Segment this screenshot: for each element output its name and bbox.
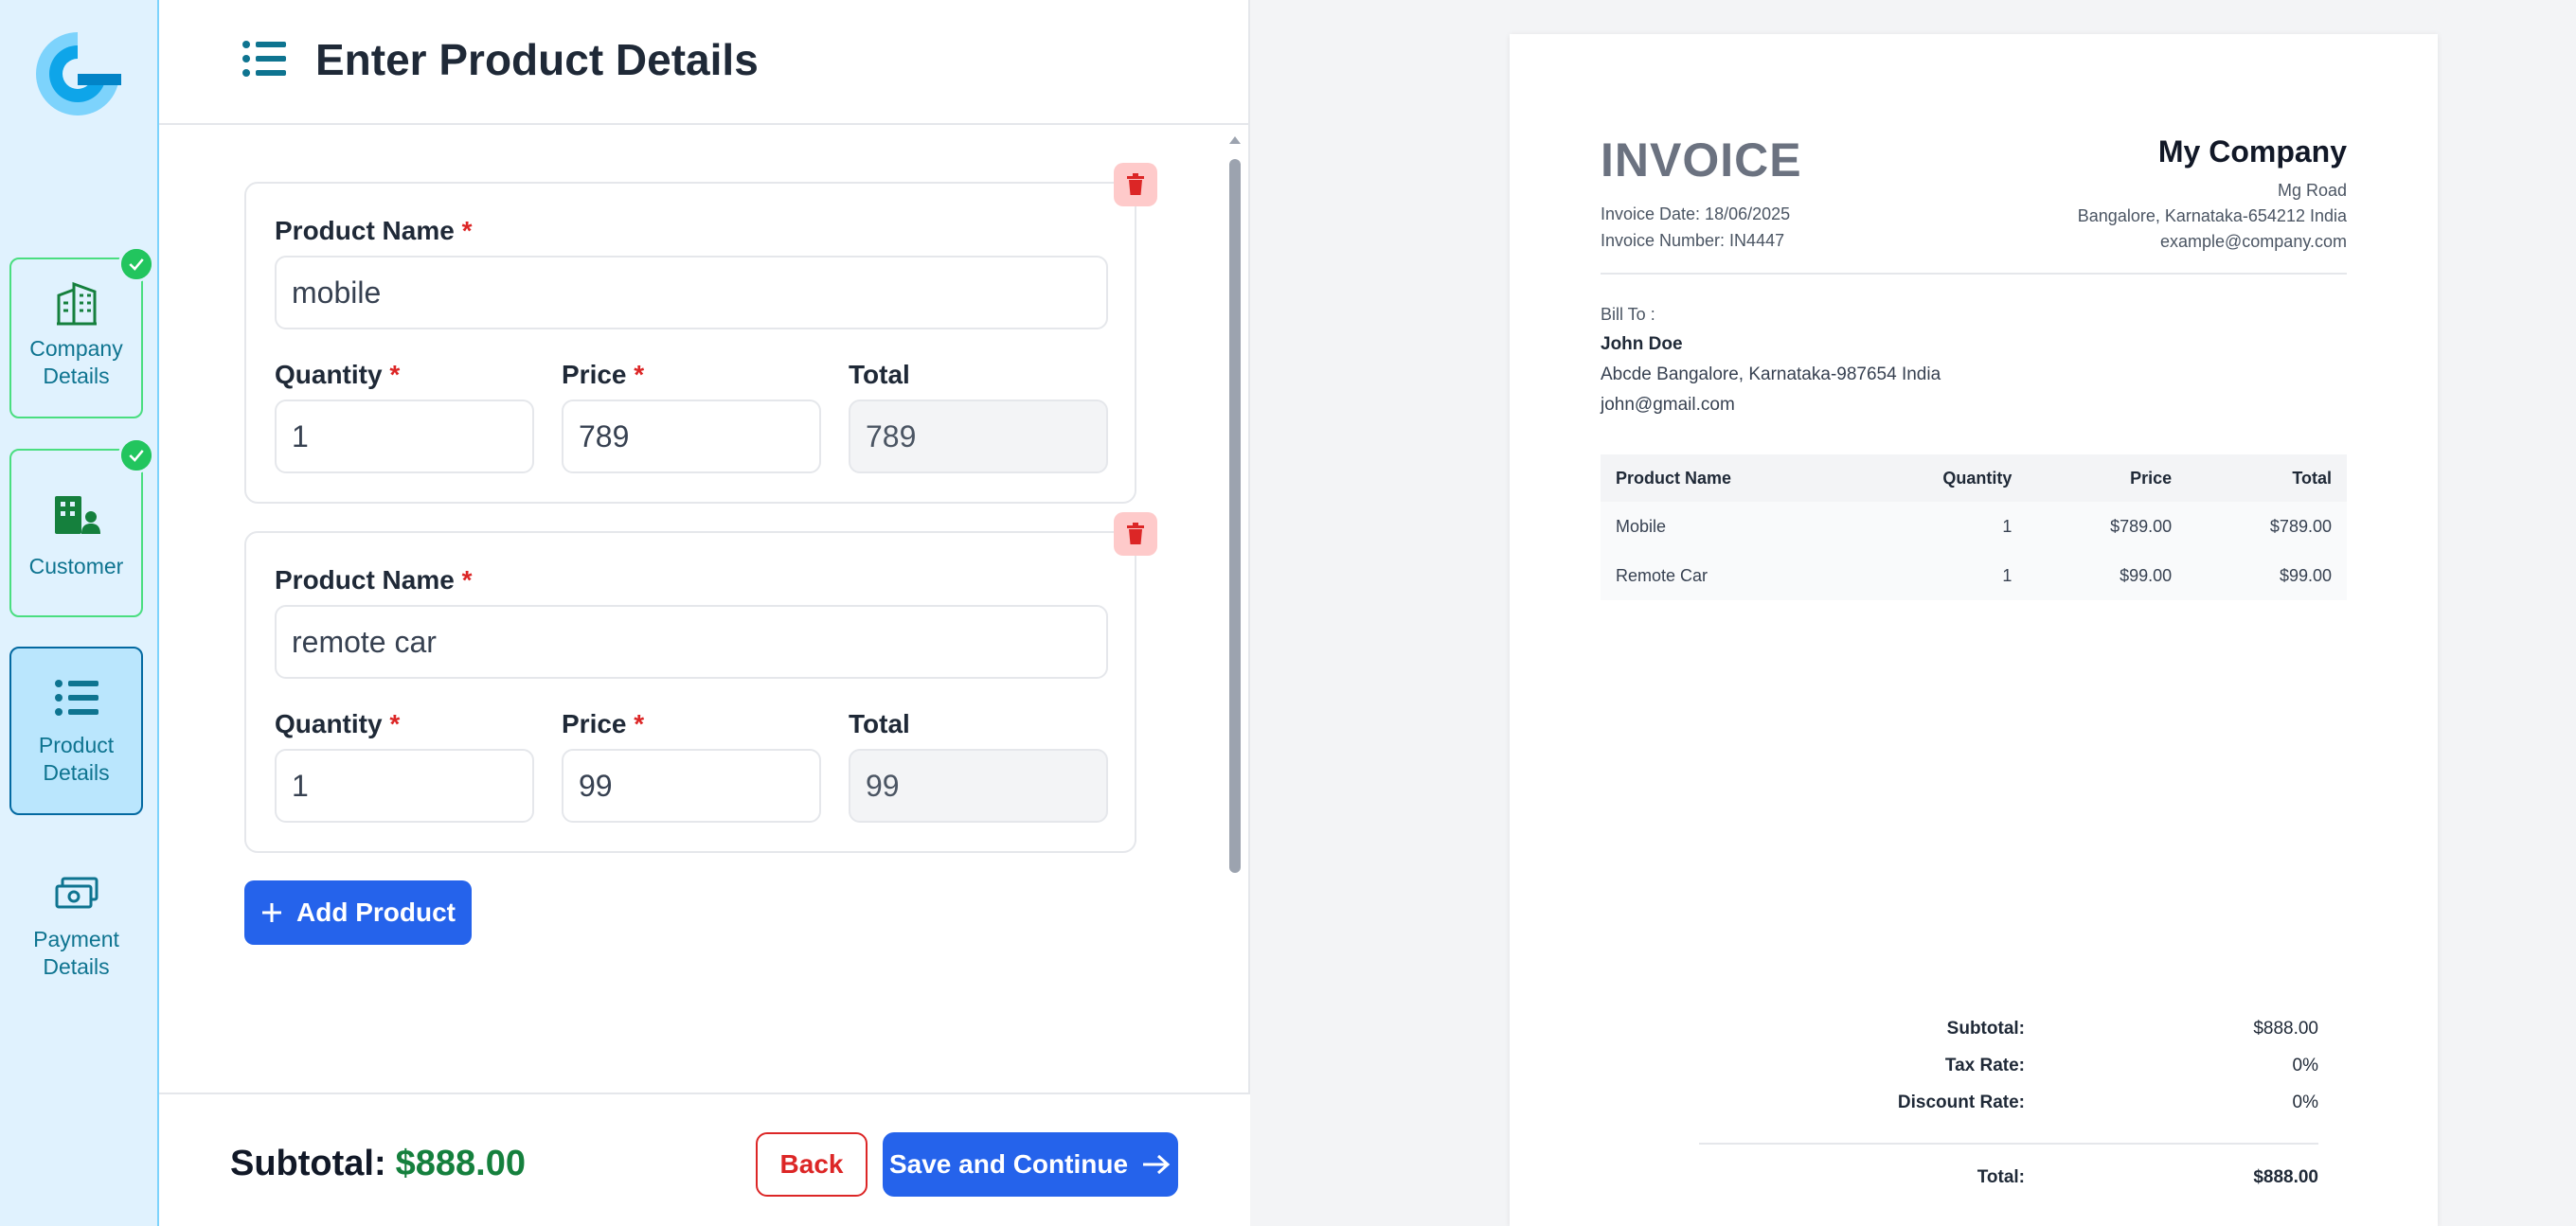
table-cell: Mobile	[1601, 502, 1854, 551]
table-cell: Remote Car	[1601, 551, 1854, 600]
table-cell: 1	[1853, 502, 2028, 551]
company-info: My Company Mg Road Bangalore, Karnataka-…	[2078, 134, 2347, 255]
building-icon	[56, 281, 97, 326]
step-company-details[interactable]: Company Details	[9, 246, 154, 418]
step-payment-details[interactable]: Payment Details	[9, 852, 143, 1004]
check-icon	[118, 246, 154, 282]
list-icon	[242, 41, 286, 77]
invoice-date: Invoice Date: 18/06/2025	[1601, 204, 1791, 223]
scrollbar[interactable]	[1225, 133, 1243, 1089]
money-icon	[55, 877, 98, 909]
scroll-thumb[interactable]	[1229, 159, 1241, 873]
customer-name: John Doe	[1601, 334, 1683, 354]
column-header: Product Name	[1601, 454, 1854, 502]
add-product-button[interactable]: Add Product	[244, 880, 472, 945]
form-header: Enter Product Details	[159, 0, 1250, 125]
form-footer: Subtotal: $888.00 Back Save and Continue	[159, 1093, 1250, 1226]
back-button[interactable]: Back	[756, 1132, 868, 1197]
trash-icon	[1127, 523, 1144, 544]
company-address-line2: Bangalore, Karnataka-654212 India	[2077, 206, 2347, 225]
price-label: Price *	[562, 360, 645, 389]
price-input[interactable]: 99	[562, 749, 821, 823]
bill-to-label: Bill To :	[1601, 305, 1655, 324]
delete-product-button[interactable]	[1114, 163, 1157, 206]
page-title: Enter Product Details	[315, 35, 759, 84]
table-row: Remote Car 1 $99.00 $99.00	[1601, 551, 2347, 600]
save-label: Save and Continue	[888, 1149, 1129, 1179]
total-field: 99	[849, 749, 1108, 823]
scroll-up-icon	[1229, 136, 1241, 144]
table-row: Mobile 1 $789.00 $789.00	[1601, 502, 2347, 551]
company-name: My Company	[2157, 134, 2347, 169]
table-cell: $99.00	[2027, 551, 2188, 600]
app-logo	[36, 30, 121, 115]
step-label: Customer	[28, 554, 124, 578]
step-label: Product	[38, 733, 115, 757]
table-cell: $789.00	[2187, 502, 2347, 551]
total-label: Total	[849, 360, 910, 389]
trash-icon	[1127, 173, 1144, 195]
step-label: Details	[43, 760, 110, 785]
customer-email: john@gmail.com	[1601, 395, 1735, 415]
discount-rate-row: Discount Rate: 0%	[1897, 1093, 2318, 1112]
price-input[interactable]: 789	[562, 400, 821, 473]
sidebar: Company Details Customer Product Details…	[0, 0, 159, 1226]
step-label: Details	[43, 954, 110, 979]
price-label: Price *	[562, 709, 645, 738]
quantity-label: Quantity *	[275, 360, 401, 389]
table-header-row: Product Name Quantity Price Total	[1601, 454, 2347, 502]
bill-to: Bill To : John Doe Abcde Bangalore, Karn…	[1601, 299, 1941, 420]
product-card: Product Name * remote car Quantity * 1 P…	[244, 512, 1157, 853]
invoice-totals: Subtotal: $888.00 Tax Rate: 0% Discount Ra…	[1699, 1019, 2343, 1204]
divider	[1699, 1143, 2318, 1145]
column-header: Quantity	[1853, 454, 2028, 502]
invoice-items-table: Product Name Quantity Price Total Mobile…	[1601, 454, 2347, 600]
company-email: example@company.com	[2159, 232, 2347, 251]
invoice-number: Invoice Number: IN4447	[1601, 231, 1785, 250]
save-and-continue-button[interactable]: Save and Continue	[883, 1132, 1178, 1197]
step-product-details[interactable]: Product Details	[9, 647, 143, 815]
product-name-label: Product Name *	[275, 565, 473, 595]
product-name-input[interactable]: mobile	[275, 256, 1108, 329]
step-customer[interactable]: Customer	[9, 437, 154, 617]
step-label: Company	[29, 336, 123, 361]
product-name-input[interactable]: remote car	[275, 605, 1108, 679]
subtotal-display: Subtotal: $888.00	[230, 1144, 527, 1183]
product-name-label: Product Name *	[275, 216, 473, 245]
column-header: Total	[2187, 454, 2347, 502]
arrow-right-icon	[1143, 1154, 1171, 1175]
step-label: Payment	[33, 927, 119, 951]
table-cell: $99.00	[2187, 551, 2347, 600]
total-field: 789	[849, 400, 1108, 473]
quantity-label: Quantity *	[275, 709, 401, 738]
product-card: Product Name * mobile Quantity * 1 Price…	[244, 163, 1157, 504]
add-product-label: Add Product	[296, 897, 456, 927]
quantity-input[interactable]: 1	[275, 400, 534, 473]
tax-rate-row: Tax Rate: 0%	[1944, 1056, 2318, 1075]
invoice-title: INVOICE	[1601, 133, 1802, 187]
delete-product-button[interactable]	[1114, 512, 1157, 556]
subtotal-amount: $888.00	[395, 1144, 527, 1183]
list-icon	[54, 680, 98, 716]
column-header: Price	[2027, 454, 2188, 502]
invoice-meta: Invoice Date: 18/06/2025 Invoice Number:…	[1601, 201, 1790, 254]
total-row: Total: $888.00	[1977, 1167, 2318, 1187]
divider	[1601, 273, 2347, 275]
table-cell: 1	[1853, 551, 2028, 600]
customer-address: Abcde Bangalore, Karnataka-987654 India	[1601, 364, 1941, 384]
table-cell: $789.00	[2027, 502, 2188, 551]
quantity-input[interactable]: 1	[275, 749, 534, 823]
customer-icon	[54, 496, 100, 534]
check-icon	[118, 437, 154, 473]
company-address-line1: Mg Road	[2277, 181, 2347, 200]
subtotal-row: Subtotal: $888.00	[1946, 1019, 2318, 1039]
total-label: Total	[849, 709, 910, 738]
invoice-document: INVOICE Invoice Date: 18/06/2025 Invoice…	[1510, 34, 2438, 1226]
invoice-preview-panel: INVOICE Invoice Date: 18/06/2025 Invoice…	[1250, 0, 2576, 1226]
plus-icon	[262, 903, 281, 922]
step-label: Details	[43, 364, 110, 388]
product-form-panel: Enter Product Details Product Name * mob…	[159, 0, 1250, 1226]
